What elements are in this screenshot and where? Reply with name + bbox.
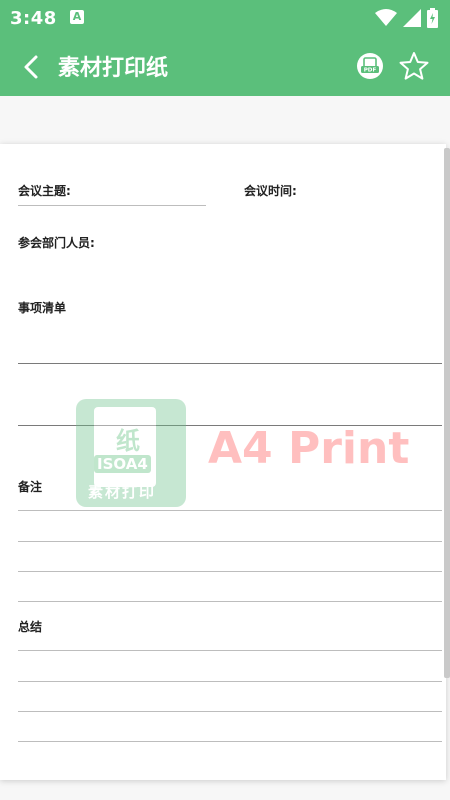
meeting-topic-label: 会议主题: bbox=[18, 184, 71, 198]
pdf-icon[interactable]: PDF bbox=[356, 52, 384, 80]
watermark: 纸 ISOA4 素材打印 A4 Print bbox=[76, 399, 416, 509]
status-bar: 3:48 A bbox=[0, 0, 450, 36]
items-label: 事项清单 bbox=[18, 301, 67, 315]
participants-label: 参会部门人员: bbox=[18, 236, 95, 250]
wifi-icon bbox=[375, 9, 397, 26]
summary-line-3 bbox=[18, 711, 442, 712]
back-arrow-icon[interactable] bbox=[16, 52, 46, 82]
notification-icon: A bbox=[70, 10, 84, 24]
items-line-1 bbox=[18, 363, 442, 364]
watermark-text: A4 Print bbox=[208, 423, 410, 474]
notes-line-1 bbox=[18, 510, 442, 511]
summary-line-1 bbox=[18, 650, 442, 651]
app-bar: 素材打印纸 PDF bbox=[0, 36, 450, 96]
print-paper: 会议主题: 会议时间: 参会部门人员: 事项清单 备注 总结 纸 ISOA4 素… bbox=[0, 144, 446, 780]
content-area[interactable]: 会议主题: 会议时间: 参会部门人员: 事项清单 备注 总结 纸 ISOA4 素… bbox=[0, 96, 450, 800]
star-icon[interactable] bbox=[398, 50, 430, 82]
watermark-logo-caption: 素材打印 bbox=[88, 483, 157, 501]
status-icons bbox=[375, 7, 438, 29]
summary-label: 总结 bbox=[18, 620, 43, 634]
status-time: 3:48 bbox=[10, 8, 57, 29]
summary-line-4 bbox=[18, 741, 442, 742]
watermark-logo-badge: ISOA4 bbox=[94, 455, 151, 473]
scrollbar[interactable] bbox=[444, 148, 450, 678]
signal-icon bbox=[403, 9, 421, 27]
notes-label: 备注 bbox=[18, 480, 43, 494]
watermark-logo: 纸 ISOA4 素材打印 bbox=[76, 399, 186, 507]
meeting-topic-line bbox=[18, 205, 206, 206]
summary-line-2 bbox=[18, 681, 442, 682]
battery-icon bbox=[427, 8, 438, 28]
meeting-time-label: 会议时间: bbox=[244, 184, 297, 198]
notes-line-4 bbox=[18, 601, 442, 602]
watermark-logo-char: 纸 bbox=[116, 427, 140, 455]
page-title: 素材打印纸 bbox=[58, 56, 169, 81]
notes-line-2 bbox=[18, 541, 442, 542]
pdf-icon-label: PDF bbox=[364, 68, 377, 74]
notes-line-3 bbox=[18, 571, 442, 572]
